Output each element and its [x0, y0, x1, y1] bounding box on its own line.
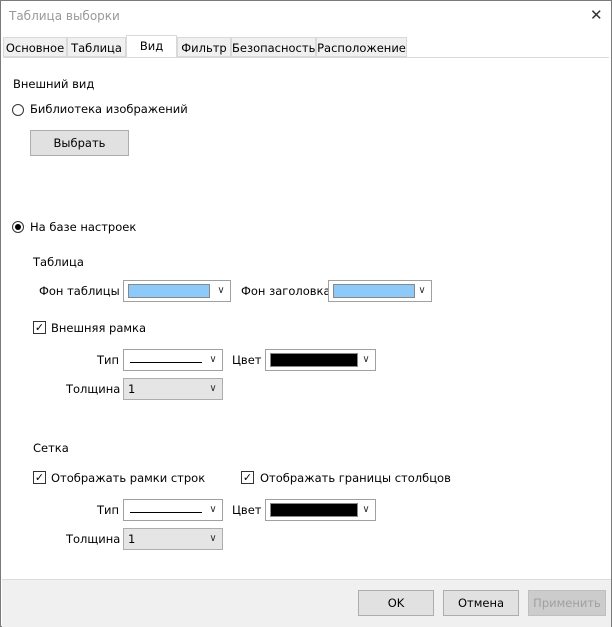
- header-bg-label: Фон заголовка: [241, 284, 331, 298]
- radio-based-on-settings-label: На базе настроек: [30, 220, 137, 234]
- chevron-down-icon: ∨: [217, 285, 225, 296]
- frame-color-swatch: [270, 353, 358, 367]
- grid-thickness-label: Толщина: [66, 532, 121, 546]
- frame-color-label: Цвет: [232, 353, 262, 367]
- grid-thickness-value: 1: [128, 532, 136, 546]
- table-bg-label: Фон таблицы: [39, 284, 120, 298]
- chevron-down-icon: ∨: [362, 354, 370, 365]
- tab-general[interactable]: Основное: [3, 37, 67, 57]
- chevron-down-icon: ∨: [209, 533, 217, 544]
- grid-color-label: Цвет: [232, 503, 262, 517]
- grid-color-picker[interactable]: ∨: [265, 499, 376, 521]
- radio-based-on-settings[interactable]: [12, 221, 24, 233]
- frame-thickness-label: Толщина: [66, 382, 121, 396]
- grid-type-select[interactable]: ∨: [123, 499, 223, 521]
- chevron-down-icon: ∨: [362, 504, 370, 515]
- outer-frame-label: Внешняя рамка: [51, 321, 147, 335]
- grid-type-label: Тип: [97, 503, 120, 517]
- row-frames-label: Отображать рамки строк: [51, 471, 206, 485]
- radio-image-library[interactable]: [12, 104, 24, 116]
- outer-frame-checkbox[interactable]: ✓: [33, 321, 46, 334]
- table-bg-swatch: [128, 284, 210, 298]
- radio-image-library-label: Библиотека изображений: [30, 102, 188, 116]
- frame-type-select[interactable]: ∨: [123, 349, 223, 371]
- header-bg-color-picker[interactable]: ∨: [328, 280, 432, 302]
- chevron-down-icon: ∨: [418, 285, 426, 296]
- column-borders-checkbox[interactable]: ✓: [241, 471, 254, 484]
- line-style-sample: [130, 512, 202, 513]
- dialog-footer: OK Отмена Применить: [2, 579, 611, 627]
- grid-section-heading: Сетка: [33, 441, 69, 455]
- ok-button[interactable]: OK: [358, 590, 434, 616]
- cancel-button[interactable]: Отмена: [443, 590, 519, 616]
- grid-thickness-select[interactable]: 1 ∨: [123, 528, 223, 550]
- column-borders-label: Отображать границы столбцов: [260, 471, 451, 485]
- dialog-title: Таблица выборки: [9, 9, 120, 23]
- frame-color-picker[interactable]: ∨: [265, 349, 376, 371]
- tab-table[interactable]: Таблица: [67, 37, 126, 57]
- tab-security[interactable]: Безопасность: [231, 37, 316, 57]
- close-icon[interactable]: ✕: [590, 6, 603, 24]
- chevron-down-icon: ∨: [209, 383, 217, 394]
- view-tab-panel: Внешний вид Библиотека изображений Выбра…: [3, 57, 609, 580]
- chevron-down-icon: ∨: [209, 504, 217, 515]
- choose-button[interactable]: Выбрать: [30, 130, 129, 156]
- tab-view[interactable]: Вид: [126, 35, 177, 57]
- apply-button[interactable]: Применить: [528, 590, 606, 616]
- tab-layout[interactable]: Расположение: [316, 37, 407, 57]
- appearance-heading: Внешний вид: [13, 77, 95, 91]
- frame-type-label: Тип: [97, 353, 120, 367]
- chevron-down-icon: ∨: [209, 354, 217, 365]
- table-bg-color-picker[interactable]: ∨: [123, 280, 231, 302]
- header-bg-swatch: [333, 284, 415, 298]
- grid-color-swatch: [270, 503, 358, 517]
- row-frames-checkbox[interactable]: ✓: [33, 471, 46, 484]
- table-section-heading: Таблица: [33, 255, 84, 269]
- tab-filter[interactable]: Фильтр: [177, 37, 231, 57]
- line-style-sample: [130, 362, 202, 363]
- frame-thickness-select[interactable]: 1 ∨: [123, 378, 223, 400]
- frame-thickness-value: 1: [128, 382, 136, 396]
- dialog-window: Таблица выборки ✕ Основное Таблица Вид Ф…: [0, 0, 612, 627]
